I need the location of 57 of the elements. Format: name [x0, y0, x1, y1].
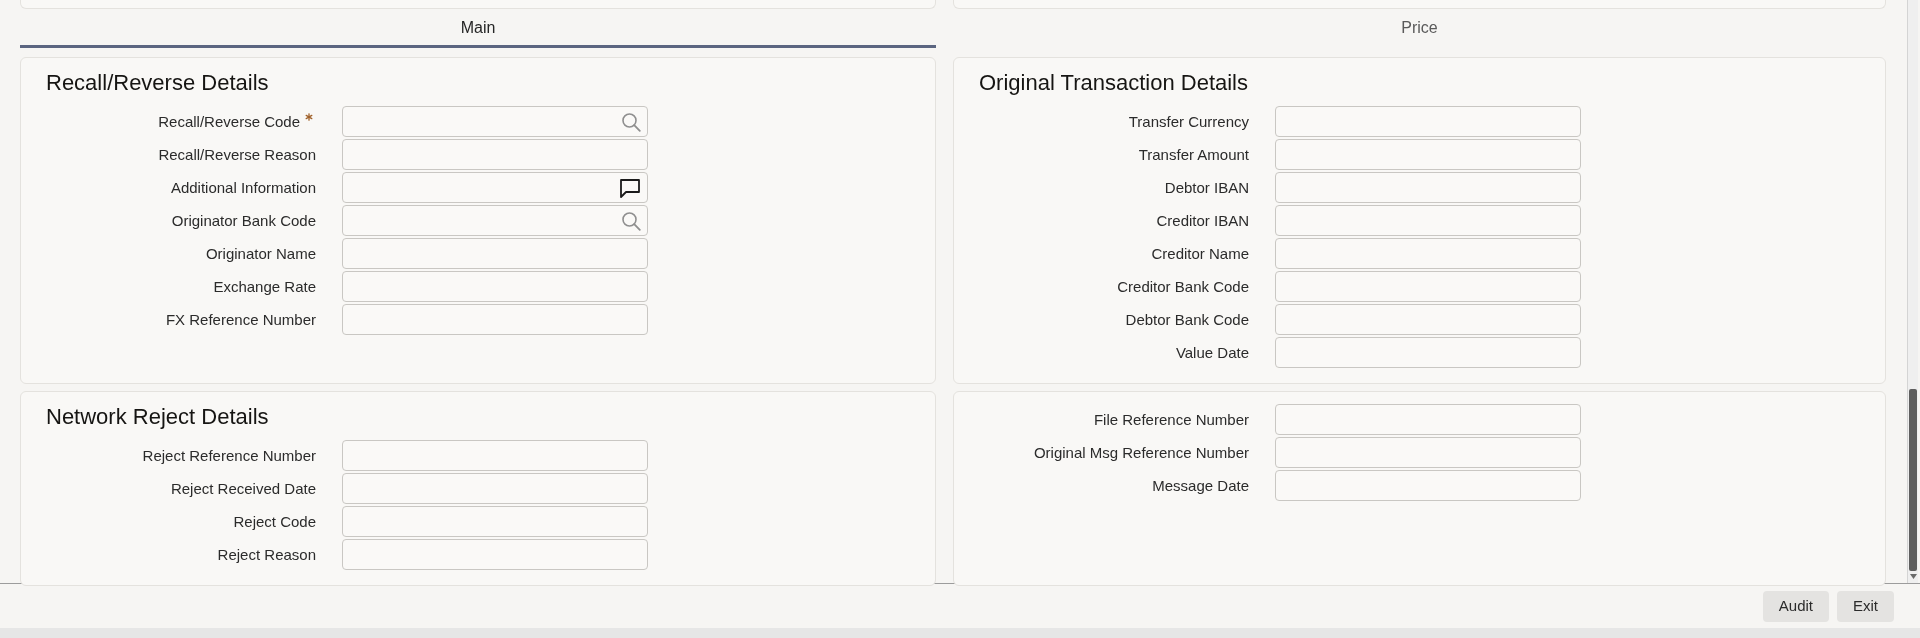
field-label: Originator Name	[205, 244, 316, 263]
field-label: Recall/Reverse Code	[158, 112, 300, 131]
field-label: Reject Reason	[217, 545, 316, 564]
input-field[interactable]	[342, 238, 648, 269]
comment-icon[interactable]	[619, 177, 641, 198]
input-field[interactable]	[1275, 106, 1581, 137]
input-field[interactable]	[1275, 205, 1581, 236]
input-field[interactable]	[342, 205, 648, 236]
section-title: Original Transaction Details	[979, 70, 1249, 96]
input-field[interactable]	[1275, 337, 1581, 368]
field-label: Reject Code	[233, 512, 316, 531]
field-label: File Reference Number	[1093, 410, 1249, 429]
field-label: Transfer Amount	[1138, 145, 1249, 164]
field-label: Debtor Bank Code	[1125, 310, 1249, 329]
input-field[interactable]	[342, 304, 648, 335]
input-field[interactable]	[342, 172, 648, 203]
input-field[interactable]	[1275, 304, 1581, 335]
field-label: Message Date	[1152, 476, 1249, 495]
search-icon[interactable]	[621, 210, 641, 231]
input-field[interactable]	[342, 539, 648, 570]
field-label: Value Date	[1175, 343, 1249, 362]
input-field[interactable]	[342, 473, 648, 504]
field-label: Exchange Rate	[213, 277, 316, 296]
field-label: Reject Reference Number	[142, 446, 316, 465]
tab[interactable]: Price	[953, 10, 1886, 48]
input-field[interactable]	[1275, 404, 1581, 435]
field-label: Creditor Bank Code	[1117, 277, 1249, 296]
field-label: Original Msg Reference Number	[1033, 443, 1249, 462]
field-label: Originator Bank Code	[171, 211, 316, 230]
search-icon[interactable]	[621, 111, 641, 132]
input-field[interactable]	[1275, 139, 1581, 170]
input-field[interactable]	[342, 106, 648, 137]
input-field[interactable]	[1275, 271, 1581, 302]
scrollbar-thumb[interactable]	[1909, 389, 1917, 571]
input-field[interactable]	[342, 440, 648, 471]
field-label: Creditor Name	[1151, 244, 1249, 263]
section-title: Network Reject Details	[46, 404, 270, 430]
scroll-down-arrow-icon[interactable]	[1910, 574, 1917, 579]
input-field[interactable]	[1275, 470, 1581, 501]
field-label: Transfer Currency	[1128, 112, 1249, 131]
input-field[interactable]	[1275, 238, 1581, 269]
section-title: Recall/Reverse Details	[46, 70, 270, 96]
input-field[interactable]	[342, 506, 648, 537]
field-label: Debtor IBAN	[1164, 178, 1249, 197]
input-field[interactable]	[342, 271, 648, 302]
input-field[interactable]	[1275, 437, 1581, 468]
tab[interactable]: Main	[20, 10, 936, 48]
field-label: FX Reference Number	[165, 310, 316, 329]
scrollbar-track[interactable]	[1907, 0, 1918, 583]
input-field[interactable]	[1275, 172, 1581, 203]
action-button[interactable]: Exit	[1837, 590, 1894, 622]
field-label: Reject Received Date	[170, 479, 316, 498]
action-button[interactable]: Audit	[1762, 590, 1829, 622]
field-label: Recall/Reverse Reason	[158, 145, 316, 164]
field-label: Additional Information	[170, 178, 316, 197]
input-field[interactable]	[342, 139, 648, 170]
field-label: Creditor IBAN	[1156, 211, 1249, 230]
